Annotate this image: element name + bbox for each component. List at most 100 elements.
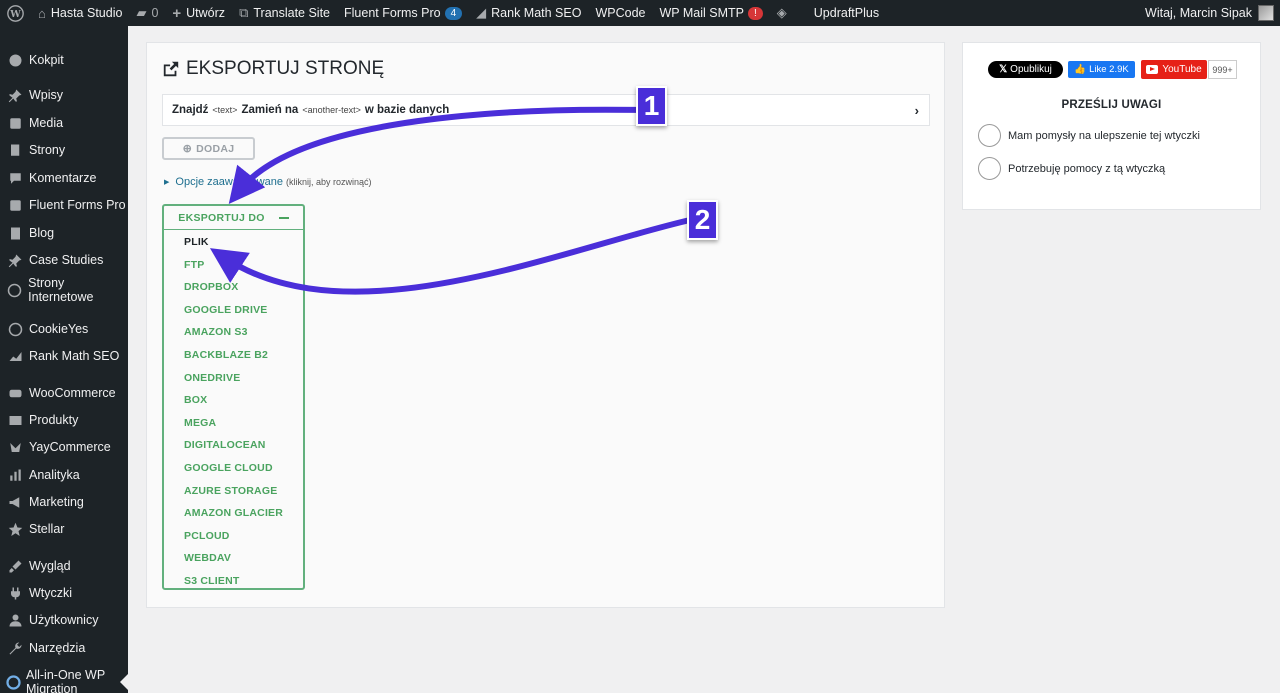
youtube-play-icon xyxy=(1146,65,1159,74)
x-logo-icon: 𝕏 xyxy=(999,64,1008,75)
youtube-button[interactable]: YouTube xyxy=(1141,60,1207,79)
feedback-option-idea[interactable]: Mam pomysły na ulepszenie tej wtyczki xyxy=(978,124,1200,147)
chart-icon xyxy=(6,347,24,365)
sidebar-item-rank-math-seo[interactable]: Rank Math SEO xyxy=(0,344,128,368)
star-icon xyxy=(6,520,24,538)
export-target-mega[interactable]: MEGA xyxy=(184,417,216,429)
sidebar-item-narzędzia[interactable]: Narzędzia xyxy=(0,636,128,660)
export-target-plik[interactable]: PLIK xyxy=(184,236,209,248)
translate-site-link[interactable]: ⧉ Translate Site xyxy=(232,0,337,26)
sidebar-item-label: CookieYes xyxy=(29,322,89,336)
diamond-icon: ◈ xyxy=(776,5,787,20)
new-content-link[interactable]: + Utwórz xyxy=(165,0,232,26)
feedback-option-help[interactable]: Potrzebuję pomocy z tą wtyczką xyxy=(978,157,1165,180)
feedback-option-label: Potrzebuję pomocy z tą wtyczką xyxy=(1008,162,1166,175)
site-name-link[interactable]: ⌂ Hasta Studio xyxy=(31,0,129,26)
wp-mail-smtp-link[interactable]: WP Mail SMTP ! xyxy=(653,0,770,26)
facebook-like-button[interactable]: 👍 Like 2.9K xyxy=(1068,61,1135,78)
sidebar-item-wtyczki[interactable]: Wtyczki xyxy=(0,581,128,605)
woo-icon xyxy=(6,384,24,402)
sidebar-item-stellar[interactable]: Stellar xyxy=(0,517,128,541)
export-target-s3-client[interactable]: S3 CLIENT xyxy=(184,575,239,587)
export-target-google-cloud[interactable]: GOOGLE CLOUD xyxy=(184,462,273,474)
wordpress-logo[interactable]: W xyxy=(0,0,31,26)
sidebar-item-label: Fluent Forms Pro xyxy=(29,198,126,212)
dashboard-icon xyxy=(6,51,24,69)
sidebar-item-wygląd[interactable]: Wygląd xyxy=(0,554,128,578)
export-target-onedrive[interactable]: ONEDRIVE xyxy=(184,372,240,384)
avatar xyxy=(1258,5,1274,21)
export-to-header[interactable]: EKSPORTUJ DO xyxy=(164,206,303,230)
sidebar-item-użytkownicy[interactable]: Użytkownicy xyxy=(0,608,128,632)
export-target-azure-storage[interactable]: AZURE STORAGE xyxy=(184,485,277,497)
sidebar-item-kokpit[interactable]: Kokpit xyxy=(0,48,128,72)
sidebar-item-label: Kokpit xyxy=(29,53,64,67)
export-target-amazon-s3[interactable]: AMAZON S3 xyxy=(184,326,248,338)
radio-circle[interactable] xyxy=(978,124,1001,147)
export-target-ftp[interactable]: FTP xyxy=(184,259,204,271)
fluent-forms-link[interactable]: Fluent Forms Pro 4 xyxy=(337,0,469,26)
sidebar-item-yaycommerce[interactable]: YayCommerce xyxy=(0,435,128,459)
sidebar-item-label: Media xyxy=(29,116,64,130)
plus-circle-icon: ⊕ xyxy=(182,143,193,155)
sidebar-item-wpisy[interactable]: Wpisy xyxy=(0,83,128,107)
sidebar-item-woocommerce[interactable]: WooCommerce xyxy=(0,381,128,405)
export-target-box[interactable]: BOX xyxy=(184,394,207,406)
export-target-amazon-glacier[interactable]: AMAZON GLACIER xyxy=(184,507,283,519)
diamond-link[interactable]: ◈ xyxy=(770,0,799,26)
rank-math-link[interactable]: ◢ Rank Math SEO xyxy=(469,0,588,26)
feedback-option-label: Mam pomysły na ulepszenie tej wtyczki xyxy=(1008,129,1200,142)
radio-circle[interactable] xyxy=(978,157,1001,180)
replace-label: Zamień na xyxy=(241,104,299,116)
wrench-icon xyxy=(6,639,24,657)
sidebar-item-all-in-one-wp-migration[interactable]: All-in-One WP Migration xyxy=(0,663,128,693)
sidebar-item-marketing[interactable]: Marketing xyxy=(0,490,128,514)
sidebar-item-label: Blog xyxy=(29,226,55,240)
export-target-google-drive[interactable]: GOOGLE DRIVE xyxy=(184,304,268,316)
export-target-pcloud[interactable]: PCLOUD xyxy=(184,530,230,542)
sidebar-item-produkty[interactable]: Produkty xyxy=(0,408,128,432)
find-replace-row[interactable]: Znajdź <text> Zamień na <another-text> w… xyxy=(162,94,930,126)
sidebar-item-blog[interactable]: Blog xyxy=(0,221,128,245)
wpcode-label: WPCode xyxy=(595,6,646,20)
blog-icon xyxy=(6,224,24,242)
triangle-right-icon: ▶ xyxy=(164,179,170,186)
cookie-icon xyxy=(6,320,24,338)
greeting: Witaj, Marcin Sipak xyxy=(1145,6,1252,20)
add-button[interactable]: ⊕ DODAJ xyxy=(162,137,255,160)
annotation-badge-2: 2 xyxy=(687,200,718,240)
sidebar-item-cookieyes[interactable]: CookieYes xyxy=(0,317,128,341)
export-target-backblaze-b2[interactable]: BACKBLAZE B2 xyxy=(184,349,268,361)
sidebar-item-komentarze[interactable]: Komentarze xyxy=(0,166,128,190)
forms-icon xyxy=(6,196,24,214)
feedback-title: PRZEŚLIJ UWAGI xyxy=(1061,99,1162,111)
rank-math-label: Rank Math SEO xyxy=(491,6,582,20)
export-to-label: EKSPORTUJ DO xyxy=(178,211,265,224)
my-account[interactable]: Witaj, Marcin Sipak xyxy=(1145,5,1280,21)
plus-icon: + xyxy=(172,4,182,22)
sidebar-item-case-studies[interactable]: Case Studies xyxy=(0,248,128,272)
updraftplus-link[interactable]: UpdraftPlus xyxy=(807,0,886,26)
export-target-webdav[interactable]: WEBDAV xyxy=(184,552,231,564)
advanced-options-toggle[interactable]: ▶ Opcje zaawansowane (kliknij, aby rozwi… xyxy=(164,176,372,188)
sidebar-item-strony[interactable]: Strony xyxy=(0,138,128,162)
export-target-dropbox[interactable]: DROPBOX xyxy=(184,281,239,293)
sidebar-item-label: Wpisy xyxy=(29,88,64,102)
home-icon: ⌂ xyxy=(38,5,46,21)
sidebar-item-analityka[interactable]: Analityka xyxy=(0,463,128,487)
annotation-badge-1: 1 xyxy=(636,86,667,126)
sidebar-item-strony-internetowe[interactable]: Strony Internetowe xyxy=(0,275,128,305)
chevron-right-icon[interactable]: › xyxy=(915,103,919,118)
sidebar-item-media[interactable]: Media xyxy=(0,111,128,135)
updraft-label: UpdraftPlus xyxy=(813,6,880,20)
twitter-share-button[interactable]: 𝕏 Opublikuj xyxy=(988,61,1063,78)
sidebar-item-fluent-forms-pro[interactable]: Fluent Forms Pro xyxy=(0,193,128,217)
comments-link[interactable]: ▰ 0 xyxy=(129,0,165,26)
export-icon xyxy=(163,61,179,77)
media-icon xyxy=(6,114,24,132)
wordpress-icon: W xyxy=(7,4,24,22)
page-title-text: EKSPORTUJ STRONĘ xyxy=(186,58,385,79)
wpcode-link[interactable]: WPCode xyxy=(588,0,652,26)
export-target-digitalocean[interactable]: DIGITALOCEAN xyxy=(184,439,266,451)
comments-count: 0 xyxy=(151,6,159,20)
